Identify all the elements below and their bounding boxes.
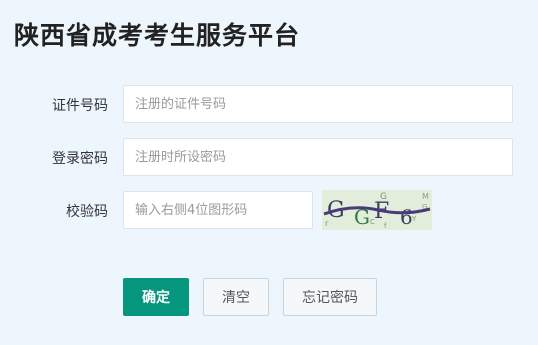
captcha-image[interactable]: G M G r C f Y G G F 6: [322, 190, 432, 230]
svg-text:M: M: [422, 192, 429, 201]
login-page: 陕西省成考考生服务平台 证件号码 登录密码 校验码 G M G r C f Y …: [0, 0, 538, 345]
id-number-label: 证件号码: [52, 98, 108, 114]
captcha-glyphs: G M G r C f Y G G F 6: [323, 192, 431, 230]
id-number-input[interactable]: [123, 85, 513, 123]
password-label: 登录密码: [52, 151, 108, 167]
svg-text:6: 6: [400, 205, 413, 229]
captcha-label: 校验码: [66, 204, 108, 220]
captcha-input[interactable]: [123, 191, 313, 229]
password-input[interactable]: [123, 138, 513, 176]
submit-button[interactable]: 确定: [123, 278, 189, 316]
clear-button[interactable]: 清空: [203, 278, 269, 316]
page-title: 陕西省成考考生服务平台: [14, 21, 301, 50]
forgot-password-button[interactable]: 忘记密码: [283, 278, 377, 316]
